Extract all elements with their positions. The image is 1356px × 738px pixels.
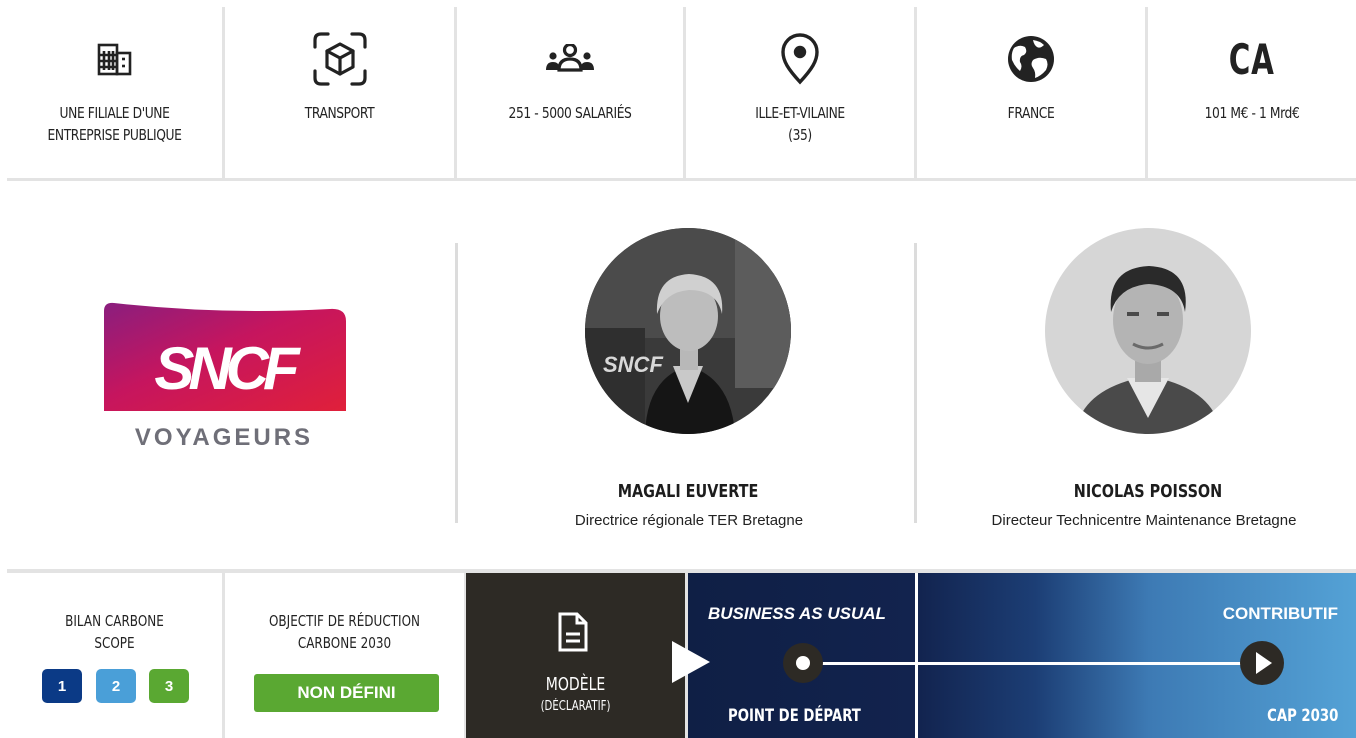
timeline-start-label: Point de départ [728,706,861,726]
people-divider-1 [455,243,458,523]
carbon-row: Bilan carbone scope 1 2 3 Objectif de ré… [7,573,1356,738]
ownership-label: Une filiale d'une entreprise publique [47,104,182,144]
logo-sub-text: VOYAGEURS [135,424,313,451]
sncf-voyageurs-logo: SNCF VOYAGEURS [102,299,348,461]
scope-2-chip: 2 [96,669,136,703]
person-name-2: Nicolas Poisson [1073,481,1223,502]
people-group-icon [457,29,683,89]
revenue-mark: CA [1148,29,1356,89]
objectif-value-badge: NON DÉFINI [254,674,439,712]
info-ownership: Une filiale d'une entreprise publique [7,7,222,178]
info-department: Ille-et-Vilaine (35) [686,7,914,178]
timeline-end-label: Cap 2030 [1266,706,1338,726]
person-role-1: Directrice régionale TER Bretagne [574,512,804,529]
cube-scan-icon [225,29,454,89]
objectif-title: Objectif de réduction carbone 2030 [268,612,421,652]
timeline-line [814,662,1255,665]
sector-label: Transport [304,104,375,122]
info-employees: 251 - 5000 salariés [457,7,683,178]
play-arrow-icon [672,641,710,683]
document-icon [557,611,589,658]
company-card: Une filiale d'une entreprise publique Tr… [7,7,1356,738]
scope-3-chip: 3 [149,669,189,703]
avatar-magali-euverte: SNCF [585,228,791,434]
globe-icon [917,29,1145,89]
svg-text:SNCF: SNCF [603,352,663,377]
info-country: France [917,7,1145,178]
model-title: Modèle [545,674,606,695]
employees-label: 251 - 5000 salariés [508,104,632,122]
location-pin-icon [686,29,914,89]
person-name-1: Magali Euverte [617,481,759,502]
timeline-start-dot [783,643,823,683]
person-role-2: Directeur Technicentre Maintenance Breta… [991,512,1297,529]
bilan-carbone-cell: Bilan carbone scope 1 2 3 [7,573,222,738]
timeline-end-heading: Contributif [1222,604,1338,623]
info-revenue: CA 101 M€ - 1 Mrd€ [1148,7,1356,178]
trajectory-timeline: Business as usual Contributif Point de d… [688,573,1356,738]
avatar-nicolas-poisson [1045,228,1251,434]
building-icon [7,29,222,89]
model-subtitle: (déclaratif) [540,699,611,714]
people-row: SNCF VOYAGEURS SNCF Magali Euverte Direc… [7,181,1356,569]
revenue-mark-text: CA [1229,34,1275,84]
model-cell: Modèle (déclaratif) [466,573,685,738]
scope-1-chip: 1 [42,669,82,703]
timeline-separator-1 [915,573,918,738]
bilan-carbone-title: Bilan carbone scope [65,612,164,652]
timeline-end-arrow-icon [1240,641,1284,685]
info-sector: Transport [225,7,454,178]
country-label: France [1007,104,1055,122]
logo-brand-text: SNCF [154,335,301,402]
timeline-start-heading: Business as usual [708,604,886,623]
people-divider-2 [914,243,917,523]
info-row: Une filiale d'une entreprise publique Tr… [7,7,1356,178]
department-label: Ille-et-Vilaine (35) [755,104,845,144]
objectif-cell: Objectif de réduction carbone 2030 NON D… [225,573,464,738]
revenue-label: 101 M€ - 1 Mrd€ [1204,104,1300,122]
